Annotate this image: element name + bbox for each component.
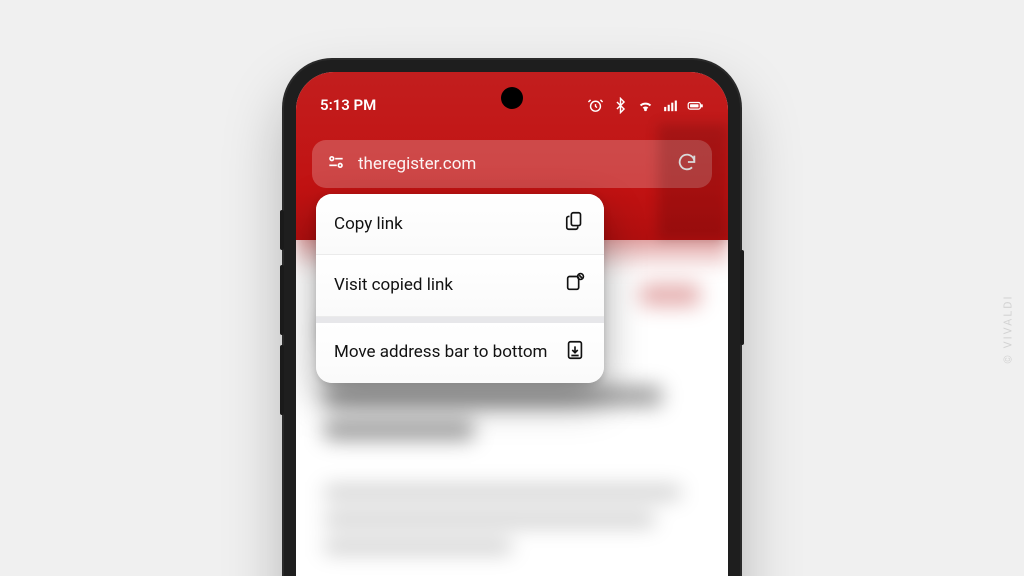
menu-item-visit-copied-link[interactable]: Visit copied link — [316, 255, 604, 316]
side-button — [280, 210, 284, 250]
blurred-line — [324, 513, 655, 526]
visit-link-icon — [564, 271, 586, 299]
context-menu: Copy link Visit copied link Move address… — [316, 194, 604, 383]
site-settings-icon[interactable] — [326, 152, 346, 176]
menu-item-move-address-bar[interactable]: Move address bar to bottom — [316, 317, 604, 383]
blurred-line — [324, 386, 662, 406]
blurred-line — [324, 420, 474, 440]
signal-icon — [662, 97, 679, 114]
status-time: 5:13 PM — [320, 96, 376, 114]
menu-item-label: Move address bar to bottom — [334, 342, 564, 363]
bluetooth-icon — [612, 97, 629, 114]
front-camera — [501, 87, 523, 109]
watermark: © VIVALDI — [1001, 295, 1014, 364]
copy-icon — [564, 210, 586, 238]
screen: 5:13 PM — [296, 72, 728, 576]
volume-up-button — [280, 265, 284, 335]
blurred-line — [640, 284, 700, 306]
menu-item-copy-link[interactable]: Copy link — [316, 194, 604, 255]
move-down-icon — [564, 339, 586, 367]
address-url[interactable]: theregister.com — [358, 154, 664, 174]
blurred-line — [324, 486, 681, 499]
address-bar[interactable]: theregister.com — [312, 140, 712, 188]
power-button — [740, 250, 744, 345]
volume-down-button — [280, 345, 284, 415]
stage: © VIVALDI 5:13 PM — [0, 0, 1024, 576]
wifi-icon — [637, 97, 654, 114]
menu-item-label: Visit copied link — [334, 275, 564, 296]
menu-item-label: Copy link — [334, 214, 564, 235]
status-icons — [587, 97, 704, 114]
phone-frame: 5:13 PM — [284, 60, 740, 576]
alarm-icon — [587, 97, 604, 114]
battery-icon — [687, 97, 704, 114]
header-shadow — [658, 124, 728, 240]
blurred-line — [324, 540, 512, 553]
